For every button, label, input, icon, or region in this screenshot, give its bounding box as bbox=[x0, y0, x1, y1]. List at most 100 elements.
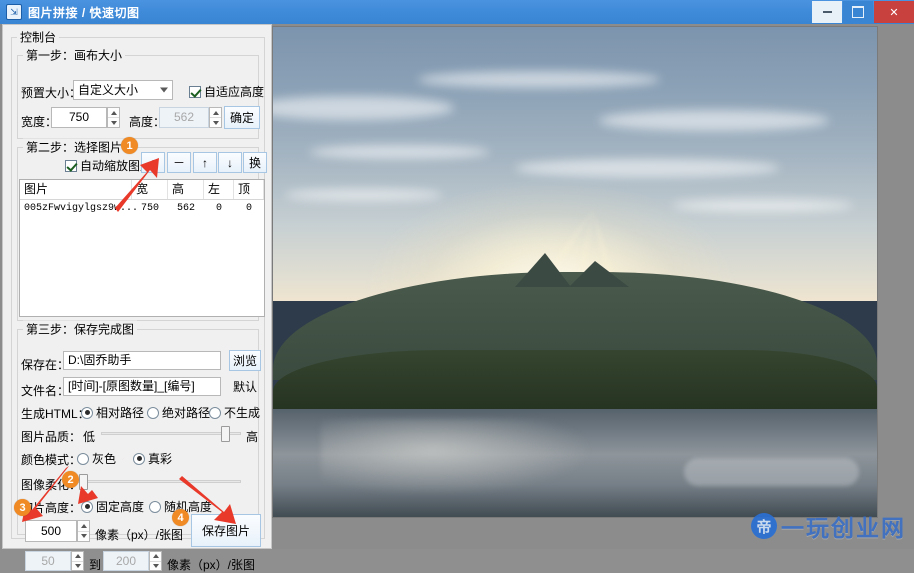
slider-track bbox=[77, 480, 241, 483]
range-unit-label: 像素（px）/张图 bbox=[167, 556, 255, 573]
table-row[interactable]: 005zFwvigylgsz9w... 750 562 0 0 bbox=[20, 200, 264, 218]
title-bar: ⇲ 图片拼接 / 快速切图 ✕ bbox=[0, 0, 914, 24]
step1-legend: 第一步：画布大小 bbox=[23, 47, 125, 64]
step-badge-3: 3 bbox=[14, 499, 31, 516]
fixed-height-unit: 像素（px）/张图 bbox=[95, 526, 183, 543]
html-option-relative-label: 相对路径 bbox=[96, 404, 144, 421]
image-soften-slider[interactable] bbox=[77, 474, 241, 488]
add-image-button[interactable]: + bbox=[141, 152, 165, 173]
autofit-height-checkbox[interactable]: 自适应高度 bbox=[189, 83, 264, 100]
width-stepper[interactable] bbox=[107, 107, 120, 128]
color-mode-truecolor-label: 真彩 bbox=[148, 450, 172, 467]
range-from-stepper-up bbox=[72, 552, 83, 562]
html-option-none[interactable]: 不生成 bbox=[209, 404, 260, 421]
save-image-button[interactable]: 保存图片 bbox=[191, 514, 261, 547]
save-location-input[interactable]: D:\固乔助手 bbox=[63, 351, 221, 370]
window-controls: ✕ bbox=[812, 0, 914, 24]
blurred-watermark-bar bbox=[684, 458, 859, 485]
radio-dot bbox=[209, 407, 221, 419]
filename-input[interactable]: [时间]-[原图数量]_[编号] bbox=[63, 377, 221, 396]
preset-size-value: 自定义大小 bbox=[78, 83, 138, 97]
close-button[interactable]: ✕ bbox=[874, 1, 914, 23]
image-list-table[interactable]: 图片 宽 高 左 顶 005zFwvigylgsz9w... 750 562 0… bbox=[19, 179, 265, 317]
chevron-down-icon bbox=[160, 88, 168, 93]
step-badge-2: 2 bbox=[62, 471, 79, 488]
image-quality-low-label: 低 bbox=[83, 428, 95, 445]
fixed-height-stepper[interactable] bbox=[77, 520, 90, 542]
application-window: ⇲ 图片拼接 / 快速切图 ✕ 控制台 第一步：画布大小 预置大小： 自定义大小… bbox=[0, 0, 914, 549]
fixed-height-input[interactable]: 500 bbox=[25, 520, 77, 542]
move-up-button[interactable]: ↑ bbox=[193, 152, 217, 173]
cell-width: 750 bbox=[132, 200, 168, 218]
remove-image-button[interactable]: － bbox=[167, 152, 191, 173]
column-header-image: 图片 bbox=[20, 180, 132, 199]
browse-button[interactable]: 浏览 bbox=[229, 350, 261, 371]
range-to-stepper bbox=[149, 551, 162, 571]
range-to-label: 到 bbox=[89, 556, 101, 573]
image-quality-high-label: 高 bbox=[246, 428, 258, 445]
radio-dot bbox=[81, 501, 93, 513]
column-header-left: 左 bbox=[204, 180, 234, 199]
radio-dot bbox=[81, 407, 93, 419]
cloud-shape bbox=[599, 110, 829, 131]
console-group-label: 控制台 bbox=[17, 29, 59, 46]
range-from-stepper bbox=[71, 551, 84, 571]
slider-track bbox=[101, 432, 241, 435]
replace-image-button[interactable]: 换 bbox=[243, 152, 267, 173]
window-title: 图片拼接 / 快速切图 bbox=[28, 4, 140, 21]
cloud-shape bbox=[418, 71, 660, 88]
site-logo-icon: 帝 bbox=[751, 513, 777, 539]
checkbox-box bbox=[189, 86, 201, 98]
radio-dot bbox=[149, 501, 161, 513]
minimize-button[interactable] bbox=[812, 1, 842, 23]
table-header-row: 图片 宽 高 左 顶 bbox=[20, 180, 264, 200]
image-quality-label: 图片品质： bbox=[21, 428, 81, 445]
step-badge-4: 4 bbox=[172, 509, 189, 526]
image-quality-slider[interactable] bbox=[101, 426, 241, 440]
move-down-button[interactable]: ↓ bbox=[218, 152, 242, 173]
confirm-size-button[interactable]: 确定 bbox=[224, 106, 260, 129]
width-stepper-down[interactable] bbox=[108, 118, 119, 127]
color-mode-label: 颜色模式： bbox=[21, 451, 81, 468]
radio-dot bbox=[133, 453, 145, 465]
range-to-stepper-up bbox=[150, 552, 161, 562]
html-option-relative[interactable]: 相对路径 bbox=[81, 404, 144, 421]
range-from-stepper-down bbox=[72, 562, 83, 571]
html-option-none-label: 不生成 bbox=[224, 404, 260, 421]
cell-image-name: 005zFwvigylgsz9w... bbox=[20, 200, 132, 218]
cell-height: 562 bbox=[168, 200, 204, 218]
mountain-peak bbox=[569, 261, 629, 287]
slider-thumb[interactable] bbox=[79, 474, 88, 490]
fixed-height-stepper-up[interactable] bbox=[78, 521, 89, 532]
water-reflection bbox=[321, 419, 599, 497]
preset-size-label: 预置大小： bbox=[21, 84, 81, 101]
step3-legend: 第三步：保存完成图 bbox=[23, 321, 137, 338]
slider-thumb[interactable] bbox=[221, 426, 230, 442]
width-input[interactable]: 750 bbox=[51, 107, 107, 128]
color-mode-gray[interactable]: 灰色 bbox=[77, 450, 116, 467]
column-header-top: 顶 bbox=[234, 180, 264, 199]
app-icon: ⇲ bbox=[6, 4, 22, 20]
range-to-input: 200 bbox=[103, 551, 149, 571]
maximize-button[interactable] bbox=[843, 1, 873, 23]
autoscale-image-checkbox[interactable]: 自动缩放图片 bbox=[65, 157, 152, 174]
fixed-height-stepper-down[interactable] bbox=[78, 532, 89, 542]
height-input: 562 bbox=[159, 107, 209, 128]
client-area: 控制台 第一步：画布大小 预置大小： 自定义大小 自适应高度 宽度： 750 高… bbox=[0, 24, 914, 549]
width-stepper-up[interactable] bbox=[108, 108, 119, 118]
color-mode-truecolor[interactable]: 真彩 bbox=[133, 450, 172, 467]
control-panel: 控制台 第一步：画布大小 预置大小： 自定义大小 自适应高度 宽度： 750 高… bbox=[2, 24, 272, 549]
slice-fixed-height[interactable]: 固定高度 bbox=[81, 498, 144, 515]
slice-fixed-height-label: 固定高度 bbox=[96, 498, 144, 515]
height-stepper bbox=[209, 107, 222, 128]
checkbox-box bbox=[65, 160, 77, 172]
preset-size-select[interactable]: 自定义大小 bbox=[73, 80, 173, 100]
image-preview[interactable] bbox=[272, 26, 878, 518]
height-stepper-down bbox=[210, 118, 221, 127]
filename-default-button[interactable]: 默认 bbox=[229, 377, 261, 396]
radio-dot bbox=[77, 453, 89, 465]
html-option-absolute[interactable]: 绝对路径 bbox=[147, 404, 210, 421]
slice-random-height-label: 随机高度 bbox=[164, 498, 212, 515]
site-watermark-text: 一玩创业网 bbox=[781, 509, 906, 543]
range-to-stepper-down bbox=[150, 562, 161, 571]
